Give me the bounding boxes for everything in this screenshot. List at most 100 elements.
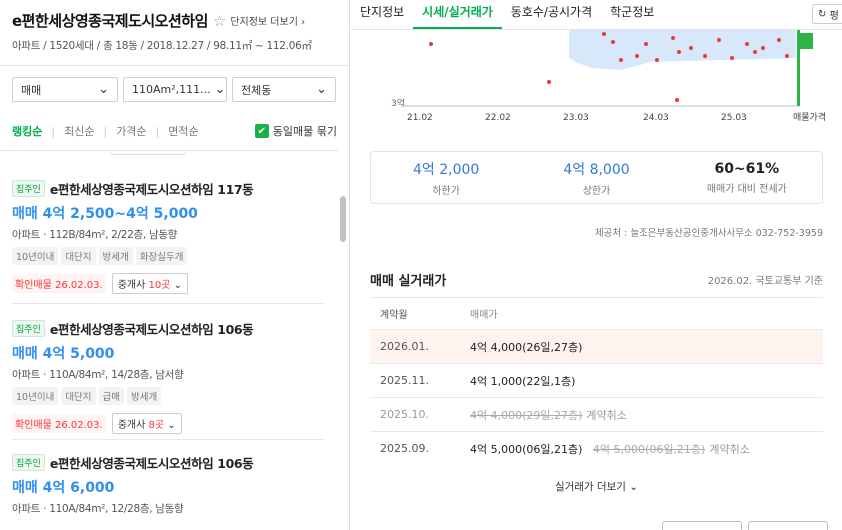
- checkbox-checked-icon: ✔: [254, 124, 269, 138]
- price-range-band: [569, 30, 796, 70]
- agents-dropdown[interactable]: 중개사 10곳 ⌄: [111, 273, 189, 294]
- table-row: 2026.01. 4억 4,000(26일,27층): [370, 329, 823, 363]
- feature-chip: 방세개: [127, 387, 162, 405]
- owner-tag: 집주인: [12, 454, 45, 471]
- listing-price: 매매 4억 2,500~4억 5,000: [12, 206, 198, 222]
- chevron-down-icon: ⌄: [316, 82, 327, 97]
- price-chart: 3억 21.02 22.02 23.03 24.03 25.03 매물가격: [391, 30, 826, 123]
- deals-header: 매매 실거래가 2026.02. 국토교통부 기준: [370, 270, 823, 289]
- chevron-down-icon: ⌄: [98, 82, 109, 97]
- x-tick-label: 23.03: [563, 113, 589, 123]
- confirm-badge: 확인매물 26.02.03.: [12, 274, 106, 293]
- sort-price[interactable]: 가격순: [116, 123, 146, 139]
- trade-dot: [655, 58, 659, 62]
- star-icon[interactable]: ☆: [213, 12, 226, 30]
- sort-bar: 랭킹순 | 최신순 | 가격순 | 면적순 ✔ 동일매물 묶기: [12, 123, 337, 139]
- list-item[interactable]: 집주인 e편한세상영종국제도시오션하임 117동 매매 4억 2,500~4억 …: [12, 179, 324, 294]
- complex-title: e편한세상영종국제도시오션하임: [12, 12, 208, 30]
- x-tick-label: 24.03: [643, 113, 669, 123]
- listing-list[interactable]: 집주인 e편한세상영종국제도시오션하임 117동 매매 4억 2,500~4억 …: [0, 150, 338, 530]
- feature-chip: 10년이내: [12, 387, 59, 405]
- trade-dot: [785, 54, 789, 58]
- trade-dot: [602, 32, 606, 36]
- current-price-box: [799, 33, 813, 49]
- trade-dot: [635, 54, 639, 58]
- y-axis-label: 3억: [391, 97, 405, 109]
- deals-note: 2026.02. 국토교통부 기준: [707, 276, 823, 287]
- detail-panel: 단지정보 시세/실거래가 동호수/공시가격 학군정보 ↻ 평 3억 21.02 2…: [351, 0, 842, 530]
- trade-dot: [689, 46, 693, 50]
- feature-chip: 급매: [98, 387, 125, 405]
- dong-select[interactable]: 전체동 ⌄: [232, 77, 336, 102]
- owner-tag: 집주인: [12, 180, 45, 197]
- table-row: 2025.11. 4억 1,000(22일,1층): [370, 363, 823, 397]
- tab-unit-prices[interactable]: 동호수/공시가격: [502, 3, 601, 29]
- summary-high: 4억 8,000 상한가: [563, 161, 630, 197]
- confirm-badge: 확인매물 26.02.03.: [12, 414, 106, 433]
- feature-chip: 10년이내: [12, 247, 59, 265]
- trade-dot: [753, 50, 757, 54]
- trade-dot: [761, 46, 765, 50]
- sort-area[interactable]: 면적순: [168, 123, 198, 139]
- feature-chip: 방세개: [98, 247, 133, 265]
- listing-name: e편한세상영종국제도시오션하임 106동: [49, 456, 254, 471]
- refresh-icon: ↻: [818, 8, 827, 20]
- list-item[interactable]: 집주인 e편한세상영종국제도시오션하임 106동 매매 4억 5,000 아파트…: [12, 319, 324, 434]
- listing-name: e편한세상영종국제도시오션하임 106동: [49, 322, 254, 337]
- listing-price: 매매 4억 6,000: [12, 480, 115, 496]
- trade-dot: [777, 38, 781, 42]
- listing-spec: 아파트 · 110A/84m², 14/28층, 남서향: [12, 369, 184, 381]
- table-row: 2025.09. 4억 5,000(06일,21층) 4억 5,000(06일,…: [370, 431, 823, 465]
- trade-dot: [547, 80, 551, 84]
- summary-low: 4억 2,000 하한가: [413, 161, 480, 197]
- listing-spec: 아파트 · 110A/84m², 12/28층, 남동향: [12, 503, 184, 515]
- feature-chip: 대단지: [61, 247, 96, 265]
- feature-chip: 대단지: [61, 387, 96, 405]
- trade-dot: [611, 40, 615, 44]
- chevron-down-icon: ⌄: [167, 420, 176, 431]
- sort-ranking[interactable]: 랭킹순: [12, 123, 42, 139]
- chevron-down-icon: ⌄: [214, 82, 226, 97]
- deals-title: 매매 실거래가: [370, 274, 447, 289]
- unit-toggle-button[interactable]: ↻ 평: [812, 4, 842, 24]
- trade-dot: [429, 42, 433, 46]
- trade-type-select[interactable]: 매매 ⌄: [12, 77, 118, 102]
- table-header: 계약월 매매가: [370, 297, 823, 329]
- trade-dot: [677, 50, 681, 54]
- more-deals-button[interactable]: 실거래가 더보기 ⌄: [370, 479, 823, 494]
- trade-dot: [644, 42, 648, 46]
- complex-header: e편한세상영종국제도시오션하임 ☆ 단지정보 더보기 › 아파트 / 1520세…: [0, 0, 349, 66]
- x-tick-label: 21.02: [407, 113, 433, 123]
- trade-dot: [619, 58, 623, 62]
- trade-dot: [703, 54, 707, 58]
- detail-tabs: 단지정보 시세/실거래가 동호수/공시가격 학군정보 ↻ 평: [351, 0, 842, 30]
- listing-spec: 아파트 · 112B/84m², 2/22층, 남동향: [12, 229, 178, 241]
- agents-dropdown[interactable]: 중개사 8곳 ⌄: [111, 413, 182, 434]
- x-end-label: 매물가격: [793, 111, 826, 123]
- filter-bar: 매매 ⌄ 110Am²,111... ⌄ 전체동 ⌄: [12, 77, 336, 102]
- more-info-link[interactable]: 단지정보 더보기 ›: [230, 13, 305, 28]
- chevron-down-icon: ⌄: [173, 280, 183, 291]
- feature-chip: 화장실두개: [135, 247, 188, 265]
- listing-price: 매매 4억 5,000: [12, 346, 115, 362]
- area-select[interactable]: 110Am²,111... ⌄: [123, 77, 227, 102]
- owner-tag: 집주인: [12, 320, 45, 337]
- group-same-toggle[interactable]: ✔ 동일매물 묶기: [254, 123, 337, 139]
- trade-dot: [717, 38, 721, 42]
- trade-dot: [675, 98, 679, 102]
- sort-latest[interactable]: 최신순: [64, 123, 94, 139]
- trade-dot: [745, 42, 749, 46]
- x-tick-label: 22.02: [485, 113, 511, 123]
- price-summary: 4억 2,000 하한가 4억 8,000 상한가 60~61% 매매가 대비 …: [370, 151, 823, 204]
- trade-dot: [671, 36, 675, 40]
- trade-dot: [730, 56, 734, 60]
- tab-price-history[interactable]: 시세/실거래가: [413, 3, 502, 29]
- complex-sub-info: 아파트 / 1520세대 / 총 18동 / 2018.12.27 / 98.1…: [12, 40, 312, 52]
- deals-table: 계약월 매매가 2026.01. 4억 4,000(26일,27층) 2025.…: [370, 297, 823, 465]
- listing-panel: e편한세상영종국제도시오션하임 ☆ 단지정보 더보기 › 아파트 / 1520세…: [0, 0, 350, 530]
- tab-complex-info[interactable]: 단지정보: [351, 3, 413, 29]
- listing-scrollbar[interactable]: [340, 196, 346, 242]
- list-item[interactable]: 집주인 e편한세상영종국제도시오션하임 106동 매매 4억 6,000 아파트…: [12, 453, 324, 516]
- summary-jeonse-ratio: 60~61% 매매가 대비 전세가: [706, 160, 787, 195]
- tab-school[interactable]: 학군정보: [601, 3, 663, 29]
